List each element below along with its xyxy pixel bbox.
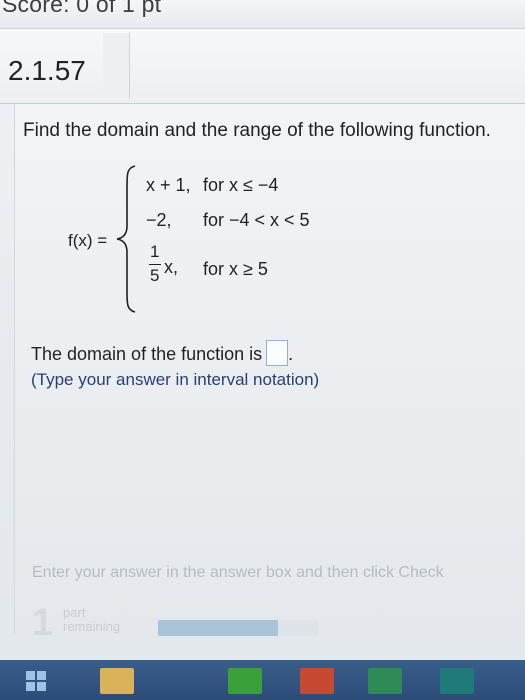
domain-suffix: . [288, 344, 294, 364]
progress-fill [158, 620, 278, 636]
question-panel: Find the domain and the range of the fol… [14, 104, 525, 634]
question-number: 2.1.57 [8, 55, 86, 86]
score-bar: Score: 0 of 1 pt [0, 0, 525, 29]
file-explorer-icon[interactable] [100, 668, 134, 694]
piece-3-numerator: 1 [150, 242, 160, 261]
parts-remaining-count: 1 [32, 602, 54, 644]
score-text: Score: 0 of 1 pt [2, 0, 162, 17]
piece-3-condition: for x ≥ 5 [203, 259, 268, 279]
domain-question: The domain of the function is. [31, 340, 293, 366]
function-label: f(x) = [68, 231, 108, 250]
piece-1-expression: x + 1, [146, 175, 191, 195]
powerpoint-icon[interactable] [300, 668, 334, 694]
excel-icon[interactable] [368, 668, 402, 694]
status-message: Enter your answer in the answer box and … [32, 564, 444, 581]
question-header: 2.1.57 [0, 29, 525, 104]
domain-prefix: The domain of the function is [31, 344, 263, 364]
fraction-bar [149, 264, 161, 265]
piece-1-condition: for x ≤ −4 [203, 175, 279, 195]
left-brace [116, 165, 136, 313]
question-tab[interactable] [103, 33, 130, 99]
piece-3-denominator: 5 [150, 266, 160, 285]
piece-2-expression: −2, [146, 210, 172, 230]
taskbar [0, 660, 525, 700]
publisher-icon[interactable] [440, 668, 474, 694]
store-icon[interactable] [228, 668, 262, 694]
domain-answer-input[interactable] [266, 340, 289, 366]
progress-bar [158, 620, 318, 636]
question-number-box: 2.1.57 [0, 35, 105, 97]
piece-3-variable: x, [164, 257, 179, 277]
parts-remaining-label: part remaining [63, 605, 121, 634]
question-prompt: Find the domain and the range of the fol… [23, 120, 491, 141]
piece-2-condition: for −4 < x < 5 [203, 210, 310, 230]
page: Score: 0 of 1 pt 2.1.57 Find the domain … [0, 0, 525, 700]
start-icon[interactable] [20, 668, 54, 694]
interval-notation-hint: (Type your answer in interval notation) [31, 370, 320, 389]
